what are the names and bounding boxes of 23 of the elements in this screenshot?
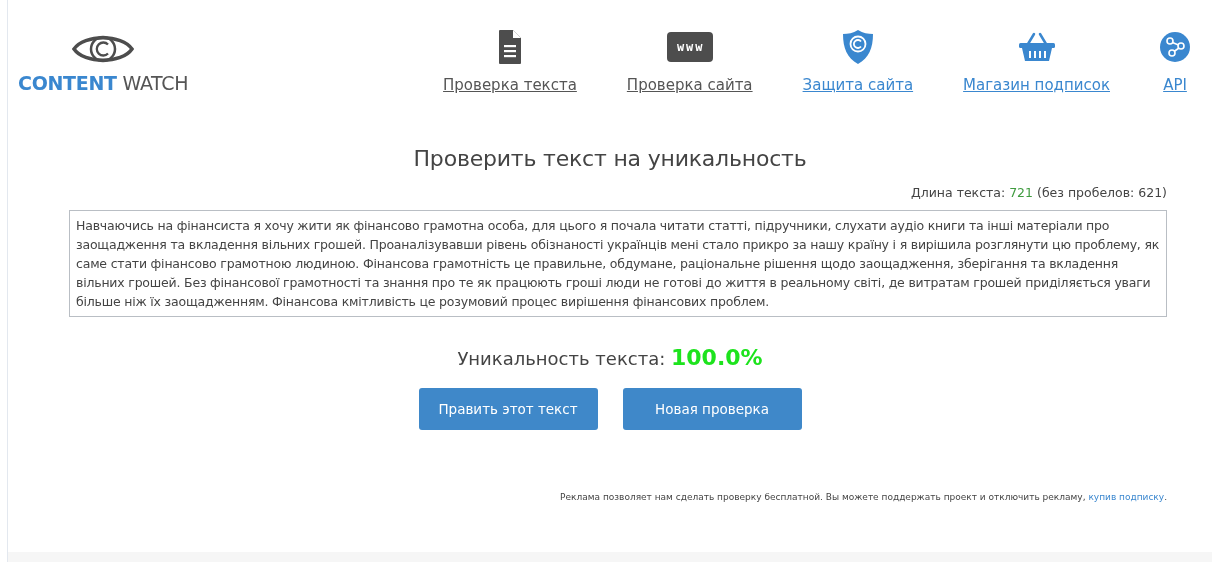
ad-notice: Реклама позволяет нам сделать проверку бесплатной. Вы можете поддержать проект и отключить рекламу, купив подписку. — [559, 492, 1167, 502]
length-label: Длина текста: — [910, 185, 1006, 200]
action-button[interactable]: Править этот текст — [418, 388, 598, 430]
action-button[interactable]: Новая проверка — [622, 388, 802, 430]
nav-link[interactable]: API — [1163, 76, 1187, 94]
nav-link[interactable]: Проверка сайта — [626, 76, 753, 94]
www-icon: www — [666, 32, 713, 62]
shield-icon — [841, 29, 874, 65]
logo-text: CONTENT — [18, 72, 117, 94]
share-nodes-icon — [1160, 32, 1190, 62]
uniqueness-value: 100.0% — [670, 345, 763, 370]
basket-icon — [1018, 32, 1055, 62]
subscribe-link[interactable]: купив подписку — [1088, 492, 1165, 502]
nav-link[interactable]: Проверка текста — [443, 76, 577, 94]
logo-text: WATCH — [122, 72, 189, 94]
text-area[interactable]: Навчаючись на фінансиста я хочу жити як фінансово грамотна особа, для цього я почала читати статті, підручники, слухати аудіо книги та інші матеріали про заощадження та вкладення вільних грошей. Проаналізувавши рівень обізнаності українців мені стало прикро за нашу країну і я вирішила розглянути цю проблему, як саме стати фінансово грамотною людиною. Фінансова грамотність це правильне, обдумане, раціональне рішення щодо заощадження, зберігання та вкладення вільних грошей. Без фінансової грамотності та знання про те як працюють гроші люди не готові до життя в реальному світі, де витратам грошей приділяється уваги більше ніж їх заощадженням. Фінансова кмітливість це розумовий процес вирішення фінансових проблем. — [69, 210, 1167, 317]
length-value: 721 — [1009, 185, 1034, 200]
nav-link[interactable]: Магазин подписок — [963, 76, 1110, 94]
document-icon — [498, 30, 521, 64]
nav-link[interactable]: Защита сайта — [802, 76, 914, 94]
length-note: (без пробелов: 621) — [1037, 185, 1167, 200]
page-title: Проверить текст на уникальность — [412, 145, 808, 171]
uniqueness-label: Уникальность текста: — [457, 348, 666, 369]
